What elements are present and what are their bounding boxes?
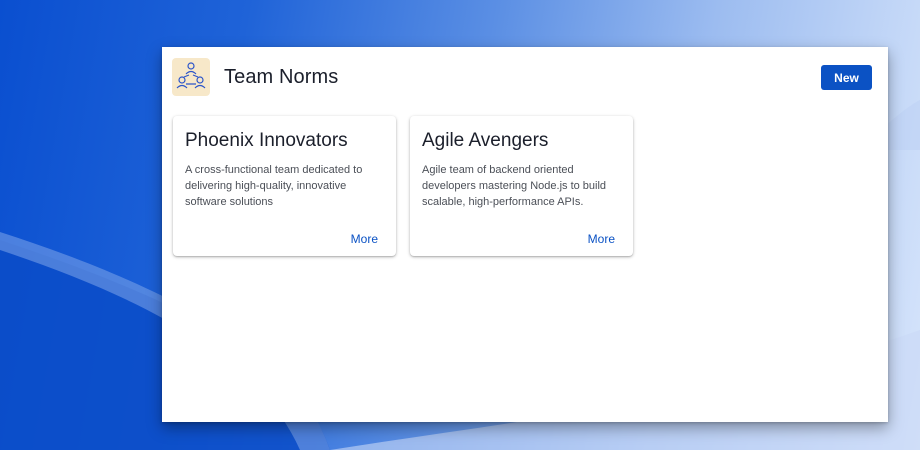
team-card-more-link[interactable]: More: [351, 232, 378, 246]
team-card-phoenix-innovators: Phoenix Innovators A cross-functional te…: [173, 116, 396, 256]
team-network-icon: [172, 58, 210, 96]
team-card-title: Agile Avengers: [422, 130, 549, 151]
team-card-agile-avengers: Agile Avengers Agile team of backend ori…: [410, 116, 633, 256]
team-card-description: Agile team of backend oriented developer…: [422, 164, 607, 208]
page-title: Team Norms: [224, 66, 339, 88]
team-card-description: A cross-functional team dedicated to del…: [185, 164, 363, 208]
page-header: Team Norms New: [162, 47, 888, 109]
new-team-button[interactable]: New: [821, 65, 872, 90]
team-card-title: Phoenix Innovators: [185, 130, 348, 151]
team-card-more-link[interactable]: More: [588, 232, 615, 246]
main-panel: Team Norms New Phoenix Innovators A cros…: [162, 47, 888, 422]
